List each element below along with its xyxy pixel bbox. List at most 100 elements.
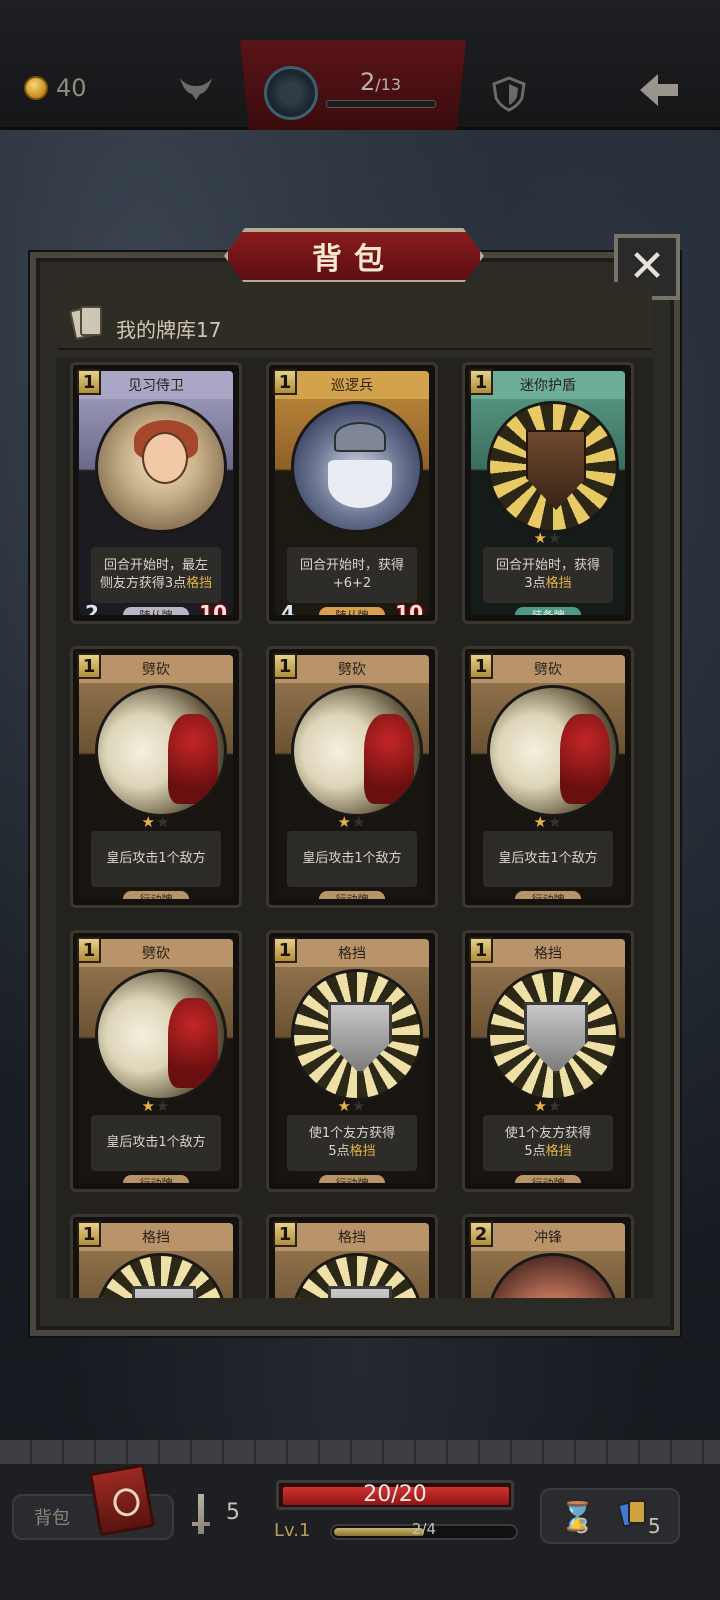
- queen-slash-art: [95, 685, 227, 817]
- card-name: 劈砍: [79, 655, 233, 683]
- card-type: 行动牌: [123, 1175, 189, 1183]
- card-name: 迷你护盾: [471, 371, 625, 399]
- card-type: 随从牌: [123, 607, 189, 615]
- card-stars: ★★: [337, 1097, 367, 1115]
- deck-cards-icon: [617, 1500, 650, 1530]
- card-name: 格挡: [79, 1223, 233, 1251]
- card-item[interactable]: 劈砍 ★★ 皇后攻击1个敌方 行动牌 1: [70, 930, 242, 1192]
- card-stars: ★★: [141, 1097, 171, 1115]
- card-item[interactable]: 劈砍 ★★ 皇后攻击1个敌方 行动牌 1: [70, 646, 242, 908]
- shield-icon[interactable]: [492, 76, 526, 112]
- stage-progress: 2/13: [360, 68, 402, 96]
- card-name: 劈砍: [275, 655, 429, 683]
- card-stars: ★★: [533, 813, 563, 831]
- card-description: 使1个友方获得 5点格挡: [483, 1115, 613, 1171]
- backpack-button-label: 背包: [34, 1508, 70, 1529]
- card-stars: ★★: [141, 813, 171, 831]
- block-shield-art: [291, 969, 423, 1101]
- card-cost: 1: [469, 653, 493, 679]
- card-type: 随从牌: [319, 607, 385, 615]
- card-description: 皇后攻击1个敌方: [287, 831, 417, 887]
- portal-icon: [264, 66, 318, 120]
- demon-icon[interactable]: [176, 74, 216, 104]
- card-item[interactable]: 迷你护盾 ★★ 回合开始时，获得 3点格挡 装备牌 1: [462, 362, 634, 624]
- block-shield-art: [487, 969, 619, 1101]
- card-item[interactable]: 格挡 ★★ 使1个友方获得 5点格挡 行动牌 1: [266, 930, 438, 1192]
- card-cost: 1: [77, 369, 101, 395]
- card-cost: 1: [77, 653, 101, 679]
- xp-text: 2/4: [411, 1520, 437, 1538]
- attack-stat: 2: [85, 601, 99, 615]
- card-cost: 1: [273, 937, 297, 963]
- deck-cards-count: 5: [648, 1514, 661, 1538]
- card-stars: ★★: [337, 813, 367, 831]
- queen-slash-art: [291, 685, 423, 817]
- bottom-divider: [0, 1440, 720, 1464]
- card-description: 皇后攻击1个敌方: [483, 831, 613, 887]
- health-stat: 10: [199, 601, 227, 615]
- card-description: 皇后攻击1个敌方: [91, 1115, 221, 1171]
- block-shield-art: [95, 1253, 227, 1298]
- card-name: 劈砍: [471, 655, 625, 683]
- card-item[interactable]: 劈砍 ★★ 皇后攻击1个敌方 行动牌 1: [462, 646, 634, 908]
- card-name: 格挡: [275, 939, 429, 967]
- card-name: 巡逻兵: [275, 371, 429, 399]
- card-item[interactable]: 冲锋 2: [462, 1214, 634, 1298]
- card-description: 皇后攻击1个敌方: [91, 831, 221, 887]
- card-description: 回合开始时，获得 3点格挡: [483, 547, 613, 603]
- card-type: 行动牌: [515, 1175, 581, 1183]
- queen-slash-art: [95, 969, 227, 1101]
- card-cost: 2: [469, 1221, 493, 1247]
- attack-value: 5: [226, 1500, 240, 1525]
- card-item[interactable]: 巡逻兵 回合开始时，获得 +6+2 随从牌 4 10 1: [266, 362, 438, 624]
- card-name: 格挡: [275, 1223, 429, 1251]
- coin-count: 40: [56, 74, 87, 102]
- block-shield-art: [291, 1253, 423, 1298]
- card-cost: 1: [469, 937, 493, 963]
- card-name: 冲锋: [471, 1223, 625, 1251]
- health-text: 20/20: [363, 1482, 427, 1507]
- card-item[interactable]: 劈砍 ★★ 皇后攻击1个敌方 行动牌 1: [266, 646, 438, 908]
- panel-title: 背包: [312, 242, 396, 277]
- card-name: 劈砍: [79, 939, 233, 967]
- card-item[interactable]: 格挡 1: [70, 1214, 242, 1298]
- card-stars: ★★: [533, 529, 563, 547]
- level-label: Lv.1: [274, 1520, 311, 1541]
- card-item[interactable]: 见习侍卫 回合开始时，最左 侧友方获得3点格挡 随从牌 2 10 1: [70, 362, 242, 624]
- card-cost: 1: [77, 937, 101, 963]
- card-cost: 1: [273, 653, 297, 679]
- queen-slash-art: [487, 685, 619, 817]
- card-name: 见习侍卫: [79, 371, 233, 399]
- card-item[interactable]: 格挡 ★★ 使1个友方获得 5点格挡 行动牌 1: [462, 930, 634, 1192]
- knight-girl-art: [95, 401, 227, 533]
- deck-count-label: 我的牌库17: [116, 318, 222, 342]
- health-stat: 10: [395, 601, 423, 615]
- card-type: 装备牌: [515, 607, 581, 615]
- card-description: 使1个友方获得 5点格挡: [287, 1115, 417, 1171]
- card-grid[interactable]: 见习侍卫 回合开始时，最左 侧友方获得3点格挡 随从牌 2 10 1 巡逻兵 回…: [56, 358, 654, 1298]
- card-type: 行动牌: [319, 1175, 385, 1183]
- patrol-soldier-art: [291, 401, 423, 533]
- back-arrow-icon[interactable]: [636, 70, 682, 110]
- horned-shield-art: [487, 401, 619, 533]
- stage-progress-bar: [326, 100, 436, 108]
- spellbook-icon[interactable]: [88, 1463, 156, 1537]
- card-cost: 1: [273, 1221, 297, 1247]
- card-stars: ★★: [533, 1097, 563, 1115]
- card-cost: 1: [469, 369, 493, 395]
- card-name: 格挡: [471, 939, 625, 967]
- card-cost: 1: [273, 369, 297, 395]
- hourglass-count: 3: [576, 1514, 589, 1538]
- card-type: 行动牌: [319, 891, 385, 899]
- card-type: 行动牌: [123, 891, 189, 899]
- card-item[interactable]: 格挡 1: [266, 1214, 438, 1298]
- attack-stat: 4: [281, 601, 295, 615]
- panel-title-banner: 背包: [224, 228, 484, 284]
- coin-icon: [24, 76, 48, 100]
- card-cost: 1: [77, 1221, 101, 1247]
- card-description: 回合开始时，最左 侧友方获得3点格挡: [91, 547, 221, 603]
- card-description: 回合开始时，获得 +6+2: [287, 547, 417, 603]
- cards-stack-icon: [69, 306, 104, 340]
- charge-art: [487, 1253, 619, 1298]
- card-type: 行动牌: [515, 891, 581, 899]
